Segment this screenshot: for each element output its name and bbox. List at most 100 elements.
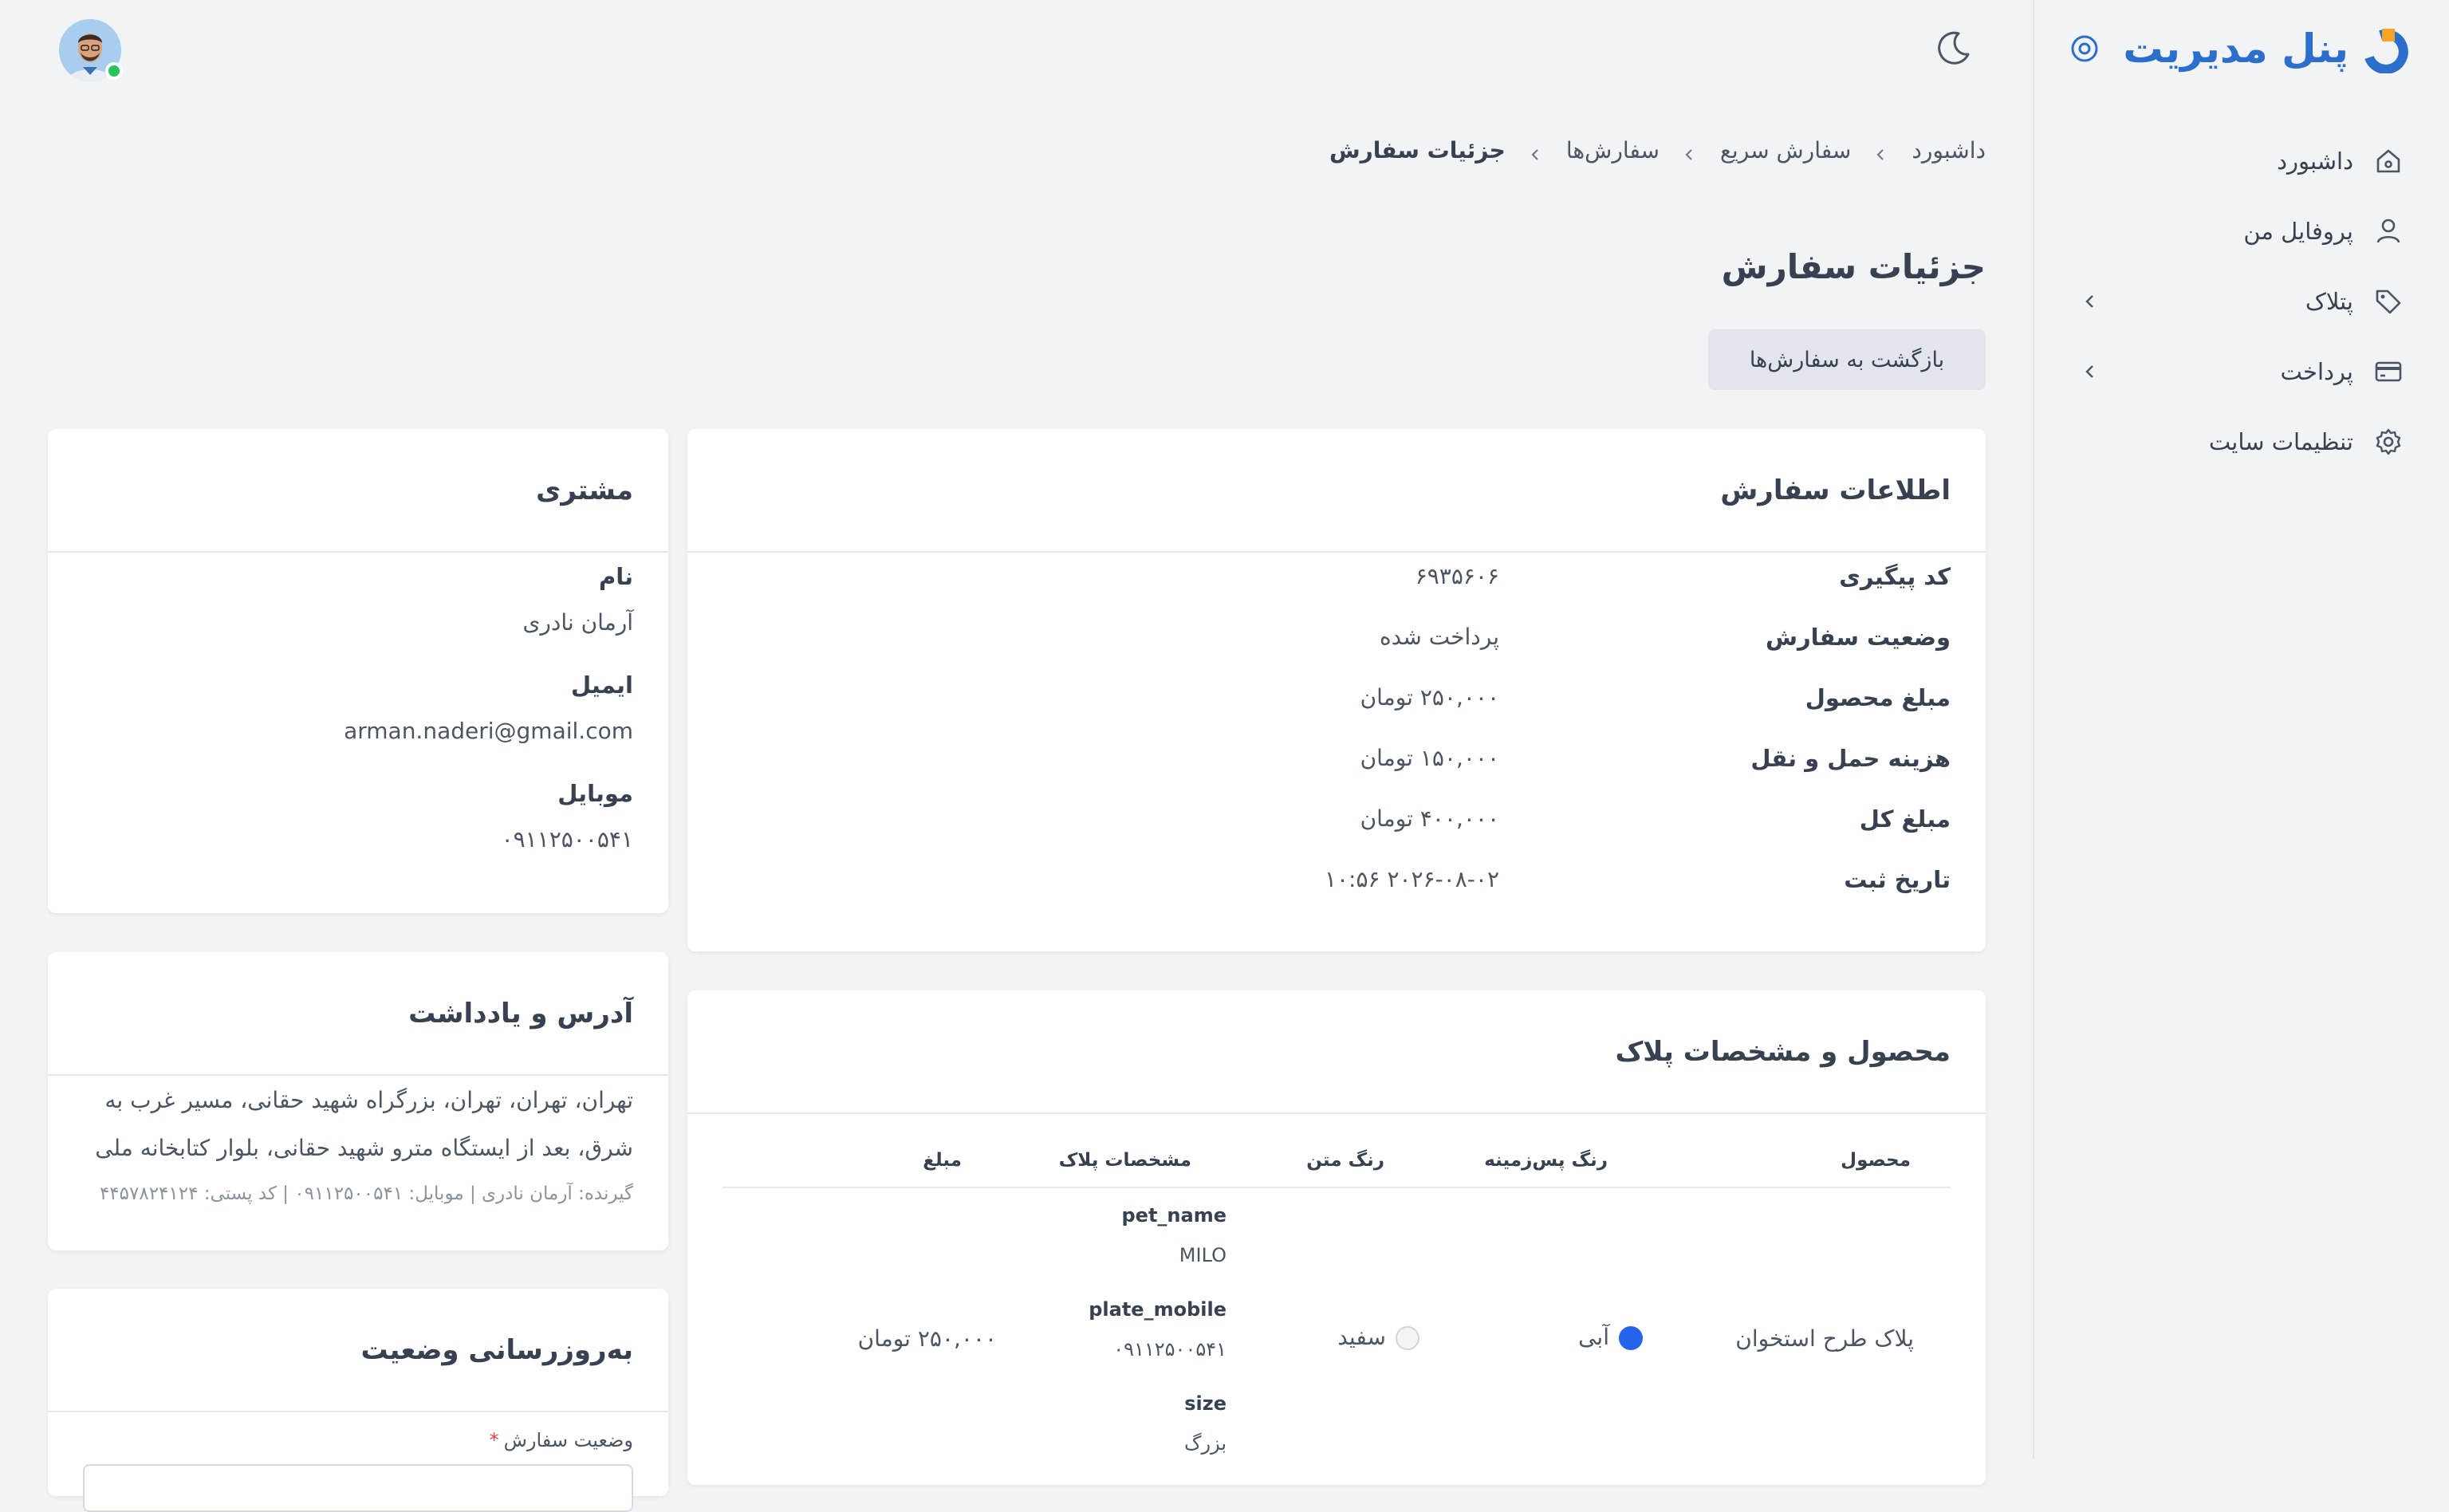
product-specs-card: محصول و مشخصات پلاک محصول رنگ پس‌زمینه ر… bbox=[687, 990, 1986, 1485]
order-status-field-label: وضعیت سفارش* bbox=[490, 1429, 633, 1451]
bg-color-option: آبی bbox=[1578, 1324, 1643, 1350]
spec-value: MILO bbox=[1179, 1244, 1226, 1266]
brand-logo-icon bbox=[2364, 24, 2409, 74]
card-title: محصول و مشخصات پلاک bbox=[1615, 1035, 1951, 1068]
info-label: مبلغ کل bbox=[1859, 805, 1951, 833]
customer-mobile-label: موبایل bbox=[557, 780, 633, 807]
text-color-option: سفید bbox=[1337, 1324, 1419, 1350]
spec-value: ۰۹۱۱۲۵۰۰۵۴۱ bbox=[1113, 1338, 1226, 1360]
sidebar-item-label: پرداخت bbox=[2280, 358, 2353, 385]
sidebar-toggle-icon[interactable] bbox=[2069, 33, 2100, 64]
sidebar-item-site-settings[interactable]: تنظیمات سایت bbox=[2034, 407, 2449, 477]
card-header: آدرس و یادداشت bbox=[48, 952, 668, 1076]
info-row-tracking-code: کد پیگیری ۶۹۳۵۶۰۶ bbox=[687, 563, 1951, 595]
info-label: تاریخ ثبت bbox=[1844, 866, 1951, 893]
order-status-label-text: وضعیت سفارش bbox=[503, 1429, 633, 1451]
card-title: به‌روزرسانی وضعیت bbox=[360, 1333, 634, 1366]
customer-mobile: ۰۹۱۱۲۵۰۰۵۴۱ bbox=[501, 826, 633, 852]
credit-card-icon bbox=[2372, 356, 2404, 388]
column-header-text-color: رنگ متن bbox=[1306, 1150, 1384, 1171]
customer-card: مشتری نام آرمان نادری ایمیل arman.naderi… bbox=[48, 429, 668, 913]
spec-value: بزرگ bbox=[1184, 1432, 1226, 1455]
user-icon bbox=[2372, 215, 2404, 247]
chevron-left-icon bbox=[1682, 142, 1698, 160]
info-value: پرداخت شده bbox=[1379, 624, 1499, 650]
breadcrumb: داشبورد سفارش سریع سفارش‌ها جزئیات سفارش bbox=[1329, 132, 1986, 167]
sidebar-item-label: پروفایل من bbox=[2243, 218, 2353, 245]
online-status-dot bbox=[105, 62, 123, 80]
breadcrumb-current: جزئیات سفارش bbox=[1329, 136, 1506, 163]
info-label: کد پیگیری bbox=[1839, 563, 1951, 590]
address-text: تهران، تهران، تهران، بزرگراه شهید حقانی،… bbox=[95, 1087, 633, 1161]
spec-label: pet_name bbox=[1121, 1204, 1227, 1227]
breadcrumb-quick-order[interactable]: سفارش سریع bbox=[1720, 137, 1851, 163]
bg-color-name: آبی bbox=[1578, 1324, 1609, 1350]
sidebar-item-label: داشبورد bbox=[2277, 148, 2353, 175]
column-header-amount: مبلغ bbox=[923, 1150, 962, 1171]
sidebar-item-payment[interactable]: پرداخت bbox=[2034, 337, 2449, 407]
gear-icon bbox=[2372, 426, 2404, 458]
spec-label: plate_mobile bbox=[1089, 1298, 1226, 1321]
customer-email[interactable]: arman.naderi@gmail.com bbox=[344, 718, 633, 744]
chevron-left-icon bbox=[2079, 360, 2101, 383]
sidebar-item-label: پتلاک bbox=[2305, 288, 2353, 315]
info-value: ۶۹۳۵۶۰۶ bbox=[1415, 563, 1499, 589]
card-header: به‌روزرسانی وضعیت bbox=[48, 1289, 668, 1412]
info-row-total: مبلغ کل ۴۰۰,۰۰۰ تومان bbox=[687, 805, 1951, 837]
customer-name: آرمان نادری bbox=[522, 609, 633, 636]
info-row-created-at: تاریخ ثبت ۲۰۲۶-۰۸-۰۲ ۱۰:۵۶ bbox=[687, 866, 1951, 898]
info-value: ۲۰۲۶-۰۸-۰۲ ۱۰:۵۶ bbox=[1324, 866, 1499, 892]
brand-title: پنل مدیریت bbox=[2123, 26, 2349, 72]
info-label: وضعیت سفارش bbox=[1765, 624, 1951, 651]
sidebar-item-dashboard[interactable]: داشبورد bbox=[2034, 126, 2449, 196]
card-title: آدرس و یادداشت bbox=[408, 997, 633, 1030]
card-header: مشتری bbox=[48, 429, 668, 553]
chevron-left-icon bbox=[2079, 290, 2101, 313]
recipient-meta: گیرنده: آرمان نادری | موبایل: ۰۹۱۱۲۵۰۰۵۴… bbox=[99, 1183, 633, 1204]
card-title: اطلاعات سفارش bbox=[1720, 474, 1951, 506]
moon-icon[interactable] bbox=[1933, 27, 1975, 69]
sidebar-item-label: تنظیمات سایت bbox=[2208, 428, 2353, 455]
status-update-card: به‌روزرسانی وضعیت وضعیت سفارش* bbox=[48, 1289, 668, 1512]
text-color-name: سفید bbox=[1337, 1324, 1386, 1350]
sidebar-item-petlak[interactable]: پتلاک bbox=[2034, 266, 2449, 337]
info-value: ۲۵۰,۰۰۰ تومان bbox=[1360, 684, 1499, 711]
column-header-plate-specs: مشخصات پلاک bbox=[1058, 1150, 1191, 1171]
product-price: ۲۵۰,۰۰۰ تومان bbox=[857, 1325, 997, 1352]
customer-email-label: ایمیل bbox=[571, 671, 633, 699]
product-name: پلاک طرح استخوان bbox=[1735, 1325, 1914, 1352]
page-title: جزئیات سفارش bbox=[1721, 247, 1986, 286]
info-value: ۴۰۰,۰۰۰ تومان bbox=[1360, 805, 1499, 832]
home-icon bbox=[2372, 145, 2404, 177]
info-row-shipping-cost: هزینه حمل و نقل ۱۵۰,۰۰۰ تومان bbox=[687, 745, 1951, 777]
info-label: مبلغ محصول bbox=[1805, 684, 1951, 711]
card-header: محصول و مشخصات پلاک bbox=[687, 990, 1986, 1114]
order-info-card: اطلاعات سفارش کد پیگیری ۶۹۳۵۶۰۶ وضعیت سف… bbox=[687, 429, 1986, 951]
color-swatch-blue bbox=[1619, 1326, 1643, 1350]
breadcrumb-orders[interactable]: سفارش‌ها bbox=[1566, 137, 1660, 163]
order-status-select[interactable] bbox=[83, 1464, 633, 1512]
sidebar: پنل مدیریت داشبورد پروفایل من پتلاک پردا… bbox=[2033, 0, 2449, 1459]
sidebar-nav: داشبورد پروفایل من پتلاک پرداخت تنظیمات … bbox=[2034, 126, 2449, 477]
sidebar-item-profile[interactable]: پروفایل من bbox=[2034, 196, 2449, 266]
spec-label: size bbox=[1184, 1392, 1226, 1415]
color-swatch-white bbox=[1396, 1326, 1419, 1350]
card-header: اطلاعات سفارش bbox=[687, 429, 1986, 553]
card-title: مشتری bbox=[536, 474, 633, 506]
info-row-product-amount: مبلغ محصول ۲۵۰,۰۰۰ تومان bbox=[687, 684, 1951, 716]
brand[interactable]: پنل مدیریت bbox=[2123, 21, 2409, 77]
chevron-left-icon bbox=[1873, 142, 1889, 160]
required-mark: * bbox=[489, 1429, 499, 1451]
back-to-orders-button[interactable]: بازگشت به سفارش‌ها bbox=[1708, 329, 1986, 390]
info-value: ۱۵۰,۰۰۰ تومان bbox=[1360, 745, 1499, 771]
info-row-order-status: وضعیت سفارش پرداخت شده bbox=[687, 624, 1951, 656]
tag-icon bbox=[2372, 285, 2404, 317]
breadcrumb-dashboard[interactable]: داشبورد bbox=[1912, 137, 1986, 163]
address-notes-card: آدرس و یادداشت تهران، تهران، تهران، بزرگ… bbox=[48, 952, 668, 1250]
column-header-bg-color: رنگ پس‌زمینه bbox=[1484, 1150, 1608, 1171]
info-label: هزینه حمل و نقل bbox=[1750, 745, 1951, 772]
table-header: محصول رنگ پس‌زمینه رنگ متن مشخصات پلاک م… bbox=[722, 1132, 1951, 1188]
avatar[interactable] bbox=[59, 19, 123, 81]
column-header-product: محصول bbox=[1841, 1150, 1911, 1171]
customer-name-label: نام bbox=[598, 563, 633, 590]
